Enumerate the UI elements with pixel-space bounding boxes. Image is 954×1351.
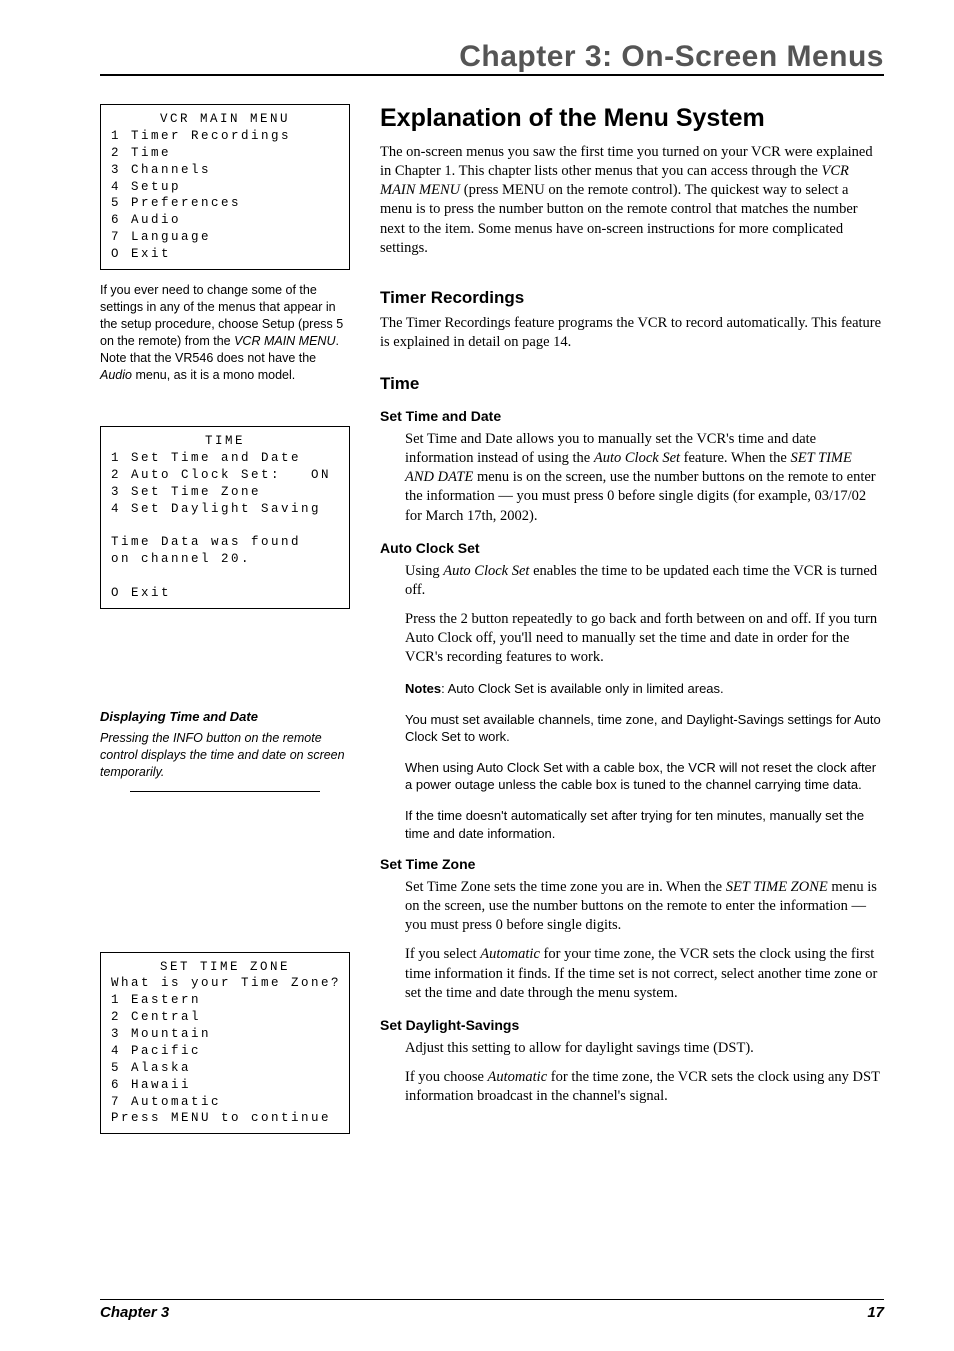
box1-title: VCR MAIN MENU <box>111 111 339 128</box>
set-dst-heading: Set Daylight-Savings <box>380 1017 884 1033</box>
p1-a: The on-screen menus you saw the first ti… <box>380 144 873 179</box>
note-a-text: : Auto Clock Set is available only in li… <box>441 681 724 696</box>
vcr-main-menu-box: VCR MAIN MENU1 Timer Recordings 2 Time 3… <box>100 104 350 270</box>
tip-heading: Displaying Time and Date <box>100 709 350 724</box>
set-time-zone-heading: Set Time Zone <box>380 856 884 872</box>
box3-0: What is your Time Zone? <box>111 976 341 990</box>
box2c-0: O Exit <box>111 586 171 600</box>
box2a-0: 1 Set Time and Date <box>111 451 301 465</box>
p3-b: Auto Clock Set <box>594 450 680 466</box>
time-heading: Time <box>380 374 884 394</box>
p7-a: If you select <box>405 946 480 962</box>
p3-e: menu is on the screen, use the number bu… <box>405 469 876 523</box>
right-column: Explanation of the Menu System The on-sc… <box>380 104 884 1144</box>
note1-b: VCR MAIN MENU <box>234 334 335 348</box>
box2a-2: 3 Set Time Zone <box>111 485 261 499</box>
box3-8: Press MENU to continue <box>111 1111 331 1125</box>
footer: Chapter 3 17 <box>100 1299 884 1321</box>
box3-2: 2 Central <box>111 1010 201 1024</box>
box1-line-5: 6 Audio <box>111 213 181 227</box>
timer-recordings-para: The Timer Recordings feature programs th… <box>380 314 884 352</box>
box3-5: 5 Alaska <box>111 1061 191 1075</box>
set-dst-para-2: If you choose Automatic for the time zon… <box>405 1068 884 1106</box>
box3-6: 6 Hawaii <box>111 1078 191 1092</box>
box3-7: 7 Automatic <box>111 1095 221 1109</box>
left-column: VCR MAIN MENU1 Timer Recordings 2 Time 3… <box>100 104 350 1144</box>
p4-b: Auto Clock Set <box>443 563 529 579</box>
intro-para: The on-screen menus you saw the first ti… <box>380 143 884 258</box>
notes-a: Notes: Auto Clock Set is available only … <box>405 680 884 698</box>
box3-1: 1 Eastern <box>111 993 201 1007</box>
set-time-date-heading: Set Time and Date <box>380 408 884 424</box>
box3-4: 4 Pacific <box>111 1044 201 1058</box>
box2a-1: 2 Auto Clock Set: ON <box>111 468 331 482</box>
p3-c: feature. When the <box>680 450 790 466</box>
time-menu-box: TIME1 Set Time and Date 2 Auto Clock Set… <box>100 426 350 609</box>
note1-e: menu, as it is a mono model. <box>132 368 295 382</box>
set-time-zone-box: SET TIME ZONEWhat is your Time Zone? 1 E… <box>100 952 350 1135</box>
chapter-title: Chapter 3: On-Screen Menus <box>100 40 884 74</box>
p7-b: Automatic <box>480 946 540 962</box>
timer-recordings-heading: Timer Recordings <box>380 288 884 308</box>
notes-label: Notes <box>405 681 441 696</box>
set-time-date-para: Set Time and Date allows you to manually… <box>405 430 884 526</box>
p4-a: Using <box>405 563 443 579</box>
set-time-zone-para-2: If you select Automatic for your time zo… <box>405 945 884 1002</box>
chapter-rule <box>100 74 884 76</box>
set-time-zone-para-1: Set Time Zone sets the time zone you are… <box>405 878 884 935</box>
box1-line-4: 5 Preferences <box>111 196 241 210</box>
footer-right: 17 <box>867 1304 884 1321</box>
box2-title: TIME <box>111 433 339 450</box>
p9-b: Automatic <box>488 1069 548 1085</box>
tip-body: Pressing the INFO button on the remote c… <box>100 730 350 781</box>
side-note-1: If you ever need to change some of the s… <box>100 282 350 383</box>
main-area: VCR MAIN MENU1 Timer Recordings 2 Time 3… <box>100 104 884 1144</box>
auto-clock-set-heading: Auto Clock Set <box>380 540 884 556</box>
box2b-0: Time Data was found <box>111 535 301 549</box>
box1-line-7: O Exit <box>111 247 171 261</box>
p6-a: Set Time Zone sets the time zone you are… <box>405 879 726 895</box>
main-heading: Explanation of the Menu System <box>380 104 884 133</box>
auto-clock-para-1: Using Auto Clock Set enables the time to… <box>405 562 884 600</box>
auto-clock-para-2: Press the 2 button repeatedly to go back… <box>405 610 884 667</box>
box1-line-2: 3 Channels <box>111 163 211 177</box>
box1-line-1: 2 Time <box>111 146 171 160</box>
box1-line-3: 4 Setup <box>111 180 181 194</box>
box3-title: SET TIME ZONE <box>111 959 339 976</box>
box1-line-0: 1 Timer Recordings <box>111 129 291 143</box>
box2a-3: 4 Set Daylight Saving <box>111 502 321 516</box>
p6-b: SET TIME ZONE <box>726 879 828 895</box>
page: Chapter 3: On-Screen Menus VCR MAIN MENU… <box>0 0 954 1351</box>
p9-a: If you choose <box>405 1069 488 1085</box>
box3-3: 3 Mountain <box>111 1027 211 1041</box>
box2b-1: on channel 20. <box>111 552 251 566</box>
footer-left: Chapter 3 <box>100 1304 169 1321</box>
notes-d: If the time doesn't automatically set af… <box>405 807 884 842</box>
box1-line-6: 7 Language <box>111 230 211 244</box>
set-dst-para-1: Adjust this setting to allow for dayligh… <box>405 1039 884 1058</box>
notes-c: When using Auto Clock Set with a cable b… <box>405 759 884 794</box>
notes-b: You must set available channels, time zo… <box>405 711 884 746</box>
note1-d: Audio <box>100 368 132 382</box>
